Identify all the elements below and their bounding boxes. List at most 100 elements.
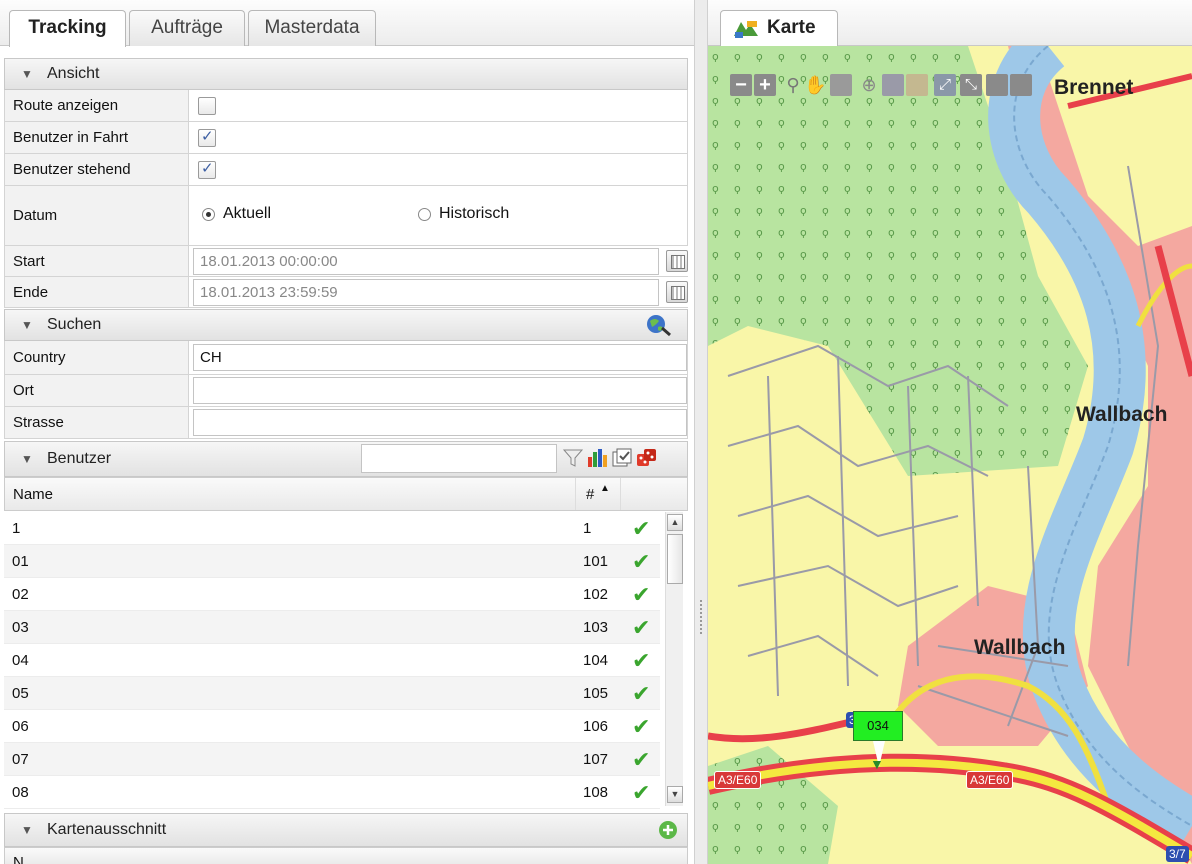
globe-icon[interactable]: ⊕	[858, 74, 880, 96]
fahrt-checkbox[interactable]	[198, 127, 216, 147]
map-option-icon[interactable]	[986, 74, 1008, 96]
route-checkbox[interactable]	[198, 97, 216, 115]
right-panel: Karte ϙ	[708, 0, 1192, 864]
check-icon: ✔	[632, 780, 651, 805]
karte-label: Karte	[767, 17, 816, 38]
zoom-out-icon[interactable]: −	[730, 74, 752, 96]
dice-icon[interactable]	[635, 447, 657, 469]
benutzer-header[interactable]: ▼ Benutzer	[4, 441, 688, 477]
kartenausschnitt-header[interactable]: ▼ Kartenausschnitt	[4, 813, 688, 847]
map-option-icon[interactable]	[1010, 74, 1032, 96]
map-canvas[interactable]: ϙ	[708, 25, 1192, 864]
kartenausschnitt-title: Kartenausschnitt	[47, 821, 167, 838]
tab-karte[interactable]: Karte	[720, 10, 838, 47]
row-number: 107	[583, 751, 609, 768]
splitter-grip[interactable]	[700, 600, 702, 634]
start-row: Start 18.01.2013 00:00:00	[4, 246, 688, 277]
fahrt-row: Benutzer in Fahrt	[4, 122, 688, 154]
col-num-label: #	[586, 486, 595, 503]
row-name: 07	[12, 751, 29, 768]
start-label: Start	[5, 246, 189, 276]
suchen-header[interactable]: ▼ Suchen	[4, 309, 688, 341]
panel-splitter[interactable]	[694, 0, 708, 864]
ansicht-title: Ansicht	[47, 65, 100, 82]
strasse-input[interactable]	[193, 409, 687, 436]
marker-arrow-icon: ▼	[870, 756, 884, 772]
ende-row: Ende 18.01.2013 23:59:59	[4, 277, 688, 308]
table-row[interactable]: 1 1 ✔	[4, 512, 660, 545]
extent-icon[interactable]	[830, 74, 852, 96]
tab-auftraege[interactable]: Aufträge	[129, 10, 245, 46]
table-row[interactable]: 06 106 ✔	[4, 710, 660, 743]
country-label: Country	[5, 341, 189, 374]
historisch-radio[interactable]	[418, 208, 431, 221]
vehicle-marker[interactable]: 034	[853, 711, 903, 741]
benutzer-filter-input[interactable]	[361, 444, 557, 473]
layer-icon[interactable]	[882, 74, 904, 96]
table-row[interactable]: 08 108 ✔	[4, 776, 660, 809]
tab-masterdata[interactable]: Masterdata	[248, 10, 376, 46]
map-tabstrip: Karte	[708, 0, 1192, 47]
country-input[interactable]: CH	[193, 344, 687, 371]
row-name: 06	[12, 718, 29, 735]
tab-tracking[interactable]: Tracking	[9, 10, 126, 47]
check-icon: ✔	[632, 747, 651, 772]
scroll-up-icon[interactable]: ▲	[667, 514, 683, 531]
sort-asc-icon: ▲	[600, 483, 610, 494]
strasse-label: Strasse	[5, 407, 189, 438]
globe-search-icon[interactable]	[646, 313, 672, 337]
aktuell-radio[interactable]	[202, 208, 215, 221]
ende-label: Ende	[5, 277, 189, 307]
expand-icon[interactable]: ⤢	[934, 74, 956, 96]
chevron-down-icon: ▼	[21, 318, 33, 332]
bar-chart-icon[interactable]	[587, 447, 609, 469]
select-all-icon[interactable]	[611, 447, 633, 469]
filter-icon[interactable]	[562, 447, 584, 469]
pan-hand-icon[interactable]: ✋	[804, 74, 826, 96]
stehend-checkbox[interactable]	[198, 159, 216, 179]
benutzer-grid-header: Name # ▲	[4, 477, 688, 511]
kartenausschnitt-col-name[interactable]: N	[13, 854, 24, 864]
check-icon: ✔	[632, 615, 651, 640]
row-name: 02	[12, 586, 29, 603]
ort-label: Ort	[5, 375, 189, 406]
table-row[interactable]: 05 105 ✔	[4, 677, 660, 710]
ort-input[interactable]	[193, 377, 687, 404]
aktuell-label: Aktuell	[223, 205, 272, 222]
map-icon	[734, 21, 758, 38]
stehend-label: Benutzer stehend	[5, 154, 189, 185]
col-name-header[interactable]: Name	[13, 486, 53, 503]
scroll-thumb[interactable]	[667, 534, 683, 584]
benutzer-scrollbar[interactable]: ▲ ▼	[665, 512, 683, 806]
kartenausschnitt-grid-header: N	[4, 847, 688, 864]
col-num-header[interactable]: # ▲	[575, 478, 621, 510]
table-row[interactable]: 07 107 ✔	[4, 743, 660, 776]
chevron-down-icon: ▼	[21, 67, 33, 81]
road-label: 3/7	[1166, 846, 1189, 862]
print-icon[interactable]	[906, 74, 928, 96]
start-input[interactable]: 18.01.2013 00:00:00	[193, 248, 659, 275]
ende-input[interactable]: 18.01.2013 23:59:59	[193, 279, 659, 306]
row-name: 08	[12, 784, 29, 801]
scroll-down-icon[interactable]: ▼	[667, 786, 683, 803]
check-icon: ✔	[632, 582, 651, 607]
zoom-in-icon[interactable]: +	[754, 74, 776, 96]
table-row[interactable]: 01 101 ✔	[4, 545, 660, 578]
table-row[interactable]: 02 102 ✔	[4, 578, 660, 611]
row-number: 101	[583, 553, 609, 570]
magnify-icon[interactable]: ⚲	[782, 74, 804, 96]
fullscreen-icon[interactable]: ⤡	[960, 74, 982, 96]
row-number: 106	[583, 718, 609, 735]
start-calendar-icon[interactable]	[666, 250, 688, 272]
suchen-title: Suchen	[47, 316, 102, 333]
ende-calendar-icon[interactable]	[666, 281, 688, 303]
map-graphic: ϙ	[708, 25, 1192, 864]
add-icon[interactable]	[658, 820, 678, 840]
row-number: 102	[583, 586, 609, 603]
row-name: 05	[12, 685, 29, 702]
check-icon: ✔	[632, 549, 651, 574]
row-number: 103	[583, 619, 609, 636]
table-row[interactable]: 04 104 ✔	[4, 644, 660, 677]
ansicht-header[interactable]: ▼ Ansicht	[4, 58, 688, 90]
table-row[interactable]: 03 103 ✔	[4, 611, 660, 644]
